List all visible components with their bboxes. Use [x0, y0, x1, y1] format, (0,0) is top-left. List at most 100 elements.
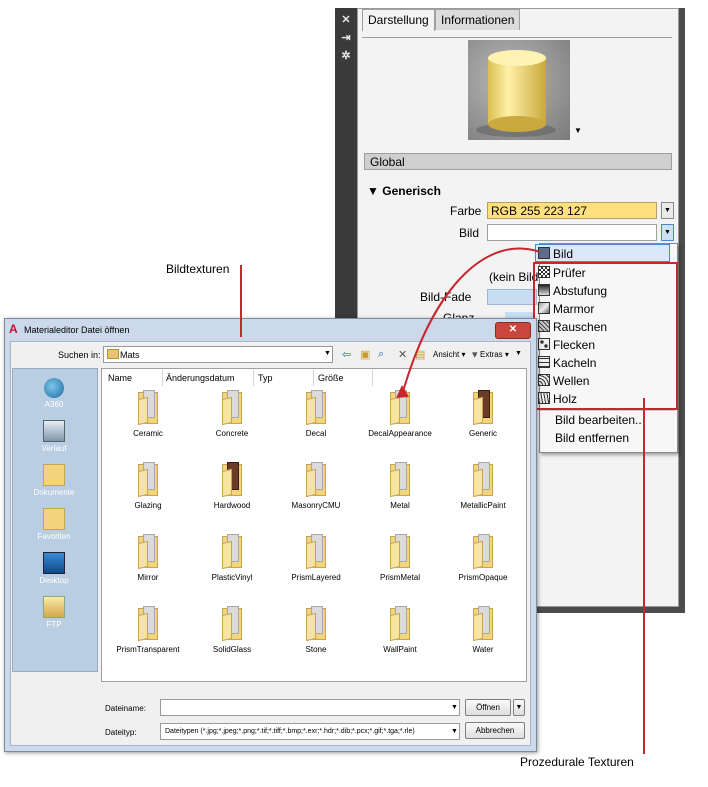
callout-line-bildtexturen: [240, 265, 242, 337]
folder-icon: [390, 462, 410, 498]
folder-item[interactable]: MetallicPaint: [441, 462, 525, 510]
callout-arrow: [396, 247, 541, 398]
bild-field[interactable]: [487, 224, 657, 241]
folder-icon: [138, 390, 158, 426]
folder-label: PrismLayered: [291, 573, 341, 582]
folder-item[interactable]: Mirror: [106, 534, 190, 582]
place-a360[interactable]: A360: [12, 378, 96, 409]
callout-box-bottom: [533, 408, 678, 410]
chevron-down-icon[interactable]: ▼: [451, 728, 458, 735]
folder-icon: [138, 534, 158, 570]
folder-item[interactable]: MasonryCMU: [274, 462, 358, 510]
folder-item[interactable]: PlasticVinyl: [190, 534, 274, 582]
menu-item-kacheln[interactable]: Kacheln: [536, 354, 671, 372]
column-name[interactable]: Name: [108, 372, 132, 384]
folder-icon: [107, 349, 119, 359]
bild-dropdown-button[interactable]: ▼: [661, 224, 674, 241]
chevron-down-icon[interactable]: ▼: [451, 704, 458, 711]
folder-icon: [473, 462, 493, 498]
folder-icon: [306, 390, 326, 426]
search-web-icon[interactable]: ⌕: [378, 348, 384, 361]
dateiname-label: Dateiname:: [105, 704, 146, 713]
tab-darstellung[interactable]: Darstellung: [362, 9, 435, 31]
up-folder-icon[interactable]: ▣: [360, 348, 370, 361]
place-ftp[interactable]: FTP: [12, 596, 96, 629]
dateityp-dropdown[interactable]: Dateitypen (*.jpg;*.jpeg;*.png;*.tif;*.t…: [160, 723, 460, 740]
tab-informationen[interactable]: Informationen: [435, 9, 521, 30]
folder-item[interactable]: PrismMetal: [358, 534, 442, 582]
folder-item[interactable]: Ceramic: [106, 390, 190, 438]
material-preview[interactable]: [468, 40, 570, 140]
menu-item-rauschen[interactable]: Rauschen: [536, 318, 671, 336]
menu-item-wellen[interactable]: Wellen: [536, 372, 671, 390]
cylinder-preview-icon: [476, 50, 556, 137]
folder-item[interactable]: PrismLayered: [274, 534, 358, 582]
menu-item-holz[interactable]: Holz: [536, 390, 671, 408]
open-button[interactable]: Öffnen: [465, 699, 511, 716]
folder-item[interactable]: PrismOpaque: [441, 534, 525, 582]
menu-item-marmor[interactable]: Marmor: [536, 300, 671, 318]
menu-item-bild-bearbeiten[interactable]: Bild bearbeiten..: [538, 411, 673, 429]
menu-item-pruefer[interactable]: Prüfer: [536, 264, 671, 282]
menu-item-bild-entfernen[interactable]: Bild entfernen: [538, 429, 673, 447]
folder-icon: [222, 462, 242, 498]
folder-icon: [222, 534, 242, 570]
folder-label: PrismTransparent: [116, 645, 180, 654]
farbe-field[interactable]: RGB 255 223 127: [487, 202, 657, 219]
place-favoriten[interactable]: Favoriten: [12, 508, 96, 541]
place-desktop[interactable]: Desktop: [12, 552, 96, 585]
section-generisch[interactable]: ▼ Generisch: [367, 184, 441, 198]
folder-label: PrismOpaque: [458, 573, 508, 582]
column-type[interactable]: Typ: [258, 372, 273, 384]
favorites-folder-icon: [43, 508, 65, 530]
folder-item[interactable]: Decal: [274, 390, 358, 438]
close-icon[interactable]: ✕: [340, 14, 352, 26]
autodesk-logo-icon: A: [9, 322, 18, 336]
folder-item[interactable]: Stone: [274, 606, 358, 654]
menu-item-bild[interactable]: Bild: [535, 244, 670, 262]
section-generisch-label: Generisch: [382, 184, 441, 198]
folder-icon: [222, 390, 242, 426]
folder-icon: [222, 606, 242, 642]
folder-item[interactable]: WallPaint: [358, 606, 442, 654]
folder-label: Mirror: [137, 573, 159, 582]
suchen-in-label: Suchen in:: [58, 350, 101, 360]
desktop-icon: [43, 552, 65, 574]
folder-item[interactable]: Glazing: [106, 462, 190, 510]
place-dokumente[interactable]: Dokumente: [12, 464, 96, 497]
open-options-button[interactable]: ▼: [513, 699, 525, 716]
callout-bildtexturen: Bildtexturen: [166, 262, 230, 276]
folder-label: Water: [472, 645, 494, 654]
cancel-button[interactable]: Abbrechen: [465, 722, 525, 739]
back-arrow-icon[interactable]: ⇦: [342, 348, 351, 361]
folder-icon: [473, 606, 493, 642]
dialog-title: Materialeditor Datei öffnen: [24, 325, 130, 335]
section-global[interactable]: Global: [364, 153, 672, 170]
folder-item[interactable]: PrismTransparent: [106, 606, 190, 654]
folder-item[interactable]: Metal: [358, 462, 442, 510]
column-separator: [253, 370, 254, 386]
tab-divider: [362, 37, 672, 38]
settings-icon[interactable]: ✲: [340, 50, 352, 62]
folder-label: DecalAppearance: [368, 429, 432, 438]
suchen-in-dropdown[interactable]: Mats: [103, 346, 333, 363]
folder-item[interactable]: Water: [441, 606, 525, 654]
ftp-icon: [43, 596, 65, 618]
pin-icon[interactable]: ⇥: [340, 32, 352, 44]
folder-item[interactable]: Concrete: [190, 390, 274, 438]
farbe-dropdown-button[interactable]: ▼: [661, 202, 674, 219]
folder-item[interactable]: SolidGlass: [190, 606, 274, 654]
dateiname-input[interactable]: [160, 699, 460, 716]
preview-options-icon[interactable]: ▼: [574, 126, 582, 135]
menu-item-abstufung[interactable]: Abstufung: [536, 282, 671, 300]
callout-box-top: [533, 262, 678, 264]
column-date[interactable]: Änderungsdatum: [166, 372, 235, 384]
menu-item-flecken[interactable]: Flecken: [536, 336, 671, 354]
place-verlauf[interactable]: Verlauf: [12, 420, 96, 453]
documents-folder-icon: [43, 464, 65, 486]
folder-label: MasonryCMU: [291, 501, 341, 510]
folder-item[interactable]: Hardwood: [190, 462, 274, 510]
column-size[interactable]: Größe: [318, 372, 344, 384]
chevron-down-icon[interactable]: ▼: [324, 350, 331, 357]
callout-box-right: [676, 262, 678, 410]
